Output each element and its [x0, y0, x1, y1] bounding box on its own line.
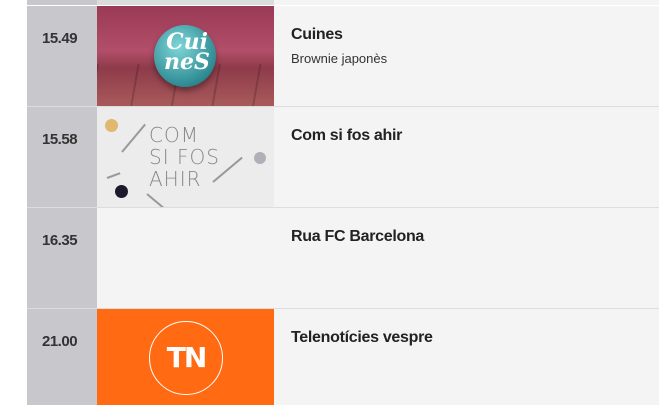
pin-head-icon — [105, 119, 118, 132]
tn-logo-text: TN — [166, 341, 208, 374]
programme-time: 15.58 — [27, 107, 97, 207]
programme-subtitle: Brownie japonès — [291, 51, 388, 66]
programme-info: Rua FC Barcelona — [274, 208, 659, 308]
programme-row[interactable]: 15.58 COM SI FOS AHIR Com si fos ahir — [27, 107, 659, 207]
programme-info: Telenotícies vespre — [274, 309, 659, 405]
pin-head-icon — [115, 185, 128, 198]
empty-thumbnail — [97, 208, 274, 308]
programme-title[interactable]: Com si fos ahir — [291, 127, 659, 145]
pin-head-icon — [254, 152, 266, 164]
cuines-logo-text: Cui neS — [164, 29, 210, 75]
programme-time: 16.35 — [27, 208, 97, 308]
programme-row[interactable]: 16.35 Rua FC Barcelona — [27, 208, 659, 308]
programme-title[interactable]: Telenotícies vespre — [291, 329, 659, 347]
programme-time: 21.00 — [27, 309, 97, 405]
tn-thumbnail[interactable]: TN — [97, 309, 274, 405]
cuines-thumbnail[interactable]: Cui neS — [97, 6, 274, 106]
programme-time: 15.49 — [27, 6, 97, 106]
previous-programme-row-partial — [27, 0, 659, 5]
pin-icon — [106, 172, 121, 179]
programme-info: Cuines Brownie japonès — [274, 6, 659, 106]
programme-info: Com si fos ahir — [274, 107, 659, 207]
programme-row[interactable]: 21.00 TN Telenotícies vespre — [27, 309, 659, 405]
programme-row[interactable]: 15.49 Cui neS Cuines Brownie japonès — [27, 6, 659, 106]
thumbnail-word: SI FOS — [149, 145, 220, 169]
thumbnail-word: COM — [149, 123, 199, 147]
pin-icon — [121, 123, 146, 153]
com-si-fos-ahir-thumbnail[interactable]: COM SI FOS AHIR — [97, 107, 274, 207]
programme-schedule: 15.49 Cui neS Cuines Brownie japonès 15.5… — [27, 0, 659, 405]
pin-icon — [146, 193, 165, 207]
thumbnail-word: AHIR — [149, 167, 202, 191]
programme-title[interactable]: Rua FC Barcelona — [291, 228, 659, 246]
programme-title[interactable]: Cuines — [291, 26, 659, 44]
